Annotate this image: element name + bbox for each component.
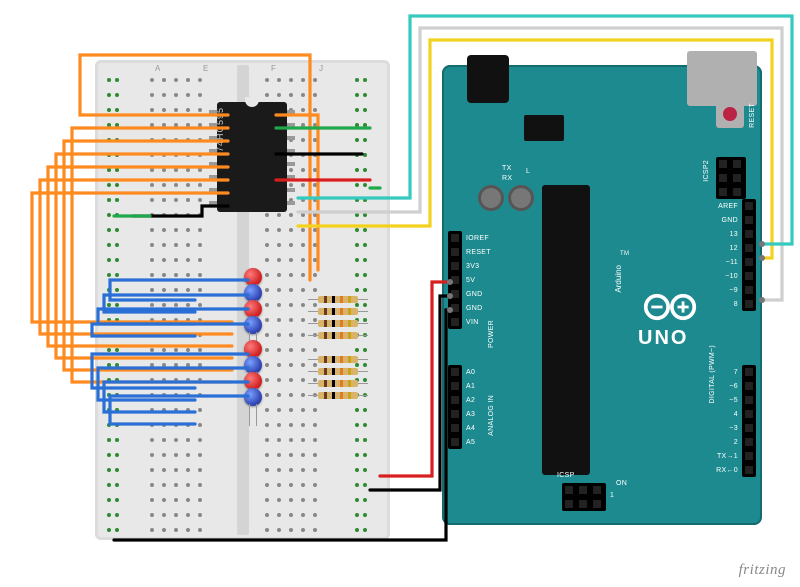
pin-AREF[interactable] — [743, 200, 755, 212]
reset-button[interactable] — [716, 100, 744, 128]
usb-port — [687, 51, 757, 106]
pin-A0[interactable] — [449, 366, 461, 378]
pin-8[interactable] — [743, 298, 755, 310]
led-blue-4 — [244, 316, 262, 334]
pin-RX0[interactable] — [743, 464, 755, 476]
header-icsp2[interactable] — [716, 157, 746, 199]
resistor-7 — [318, 380, 358, 387]
header-digital-low[interactable] — [742, 365, 756, 477]
resistor-1 — [318, 296, 358, 303]
pin-A5[interactable] — [449, 436, 461, 448]
arduino-model-label: UNO — [638, 327, 688, 350]
pin-GND[interactable] — [743, 214, 755, 226]
pin-6[interactable] — [743, 380, 755, 392]
digital-group-label: DIGITAL (PWM~) — [709, 345, 716, 403]
arduino-logo-icon — [642, 290, 698, 324]
pin-3V3[interactable] — [449, 260, 461, 272]
atmega-mcu — [542, 185, 590, 475]
power-group-label: POWER — [488, 320, 495, 348]
pin-7[interactable] — [743, 366, 755, 378]
barrel-jack — [467, 55, 509, 103]
pin-11[interactable] — [743, 256, 755, 268]
header-power[interactable] — [448, 231, 462, 329]
pin-VIN[interactable] — [449, 316, 461, 328]
resistor-8 — [318, 392, 358, 399]
pin-IOREF[interactable] — [449, 232, 461, 244]
pin-3[interactable] — [743, 422, 755, 434]
fritzing-watermark: fritzing — [739, 562, 786, 579]
pin-4[interactable] — [743, 408, 755, 420]
resistor-3 — [318, 320, 358, 327]
resistor-6 — [318, 368, 358, 375]
pin-GND[interactable] — [449, 288, 461, 300]
resistor-5 — [318, 356, 358, 363]
pin-5V[interactable] — [449, 274, 461, 286]
resistor-4 — [318, 332, 358, 339]
capacitor-1 — [478, 185, 504, 211]
resistor-2 — [318, 308, 358, 315]
reset-label: RESET — [749, 103, 756, 128]
pin-A1[interactable] — [449, 380, 461, 392]
ic-notch — [245, 97, 259, 107]
arduino-brand-label: Arduino — [614, 265, 623, 293]
pin-2[interactable] — [743, 436, 755, 448]
pin-A3[interactable] — [449, 408, 461, 420]
analog-group-label: ANALOG IN — [488, 395, 495, 436]
header-icsp[interactable] — [562, 483, 606, 511]
capacitor-2 — [508, 185, 534, 211]
pin-RESET[interactable] — [449, 246, 461, 258]
pin-9[interactable] — [743, 284, 755, 296]
pin-12[interactable] — [743, 242, 755, 254]
pin-13[interactable] — [743, 228, 755, 240]
header-digital-high[interactable] — [742, 199, 756, 311]
pin-10[interactable] — [743, 270, 755, 282]
pin-GND[interactable] — [449, 302, 461, 314]
ic-74hc595: 74HC595 — [217, 102, 287, 212]
pin-5[interactable] — [743, 394, 755, 406]
voltage-regulator — [524, 115, 564, 141]
pin-TX1[interactable] — [743, 450, 755, 462]
pin-A4[interactable] — [449, 422, 461, 434]
led-blue-8 — [244, 388, 262, 406]
arduino-uno-board: RESET POWER ANALOG IN DIGITAL (PWM~) TX … — [442, 65, 762, 525]
header-analog[interactable] — [448, 365, 462, 449]
pin-A2[interactable] — [449, 394, 461, 406]
